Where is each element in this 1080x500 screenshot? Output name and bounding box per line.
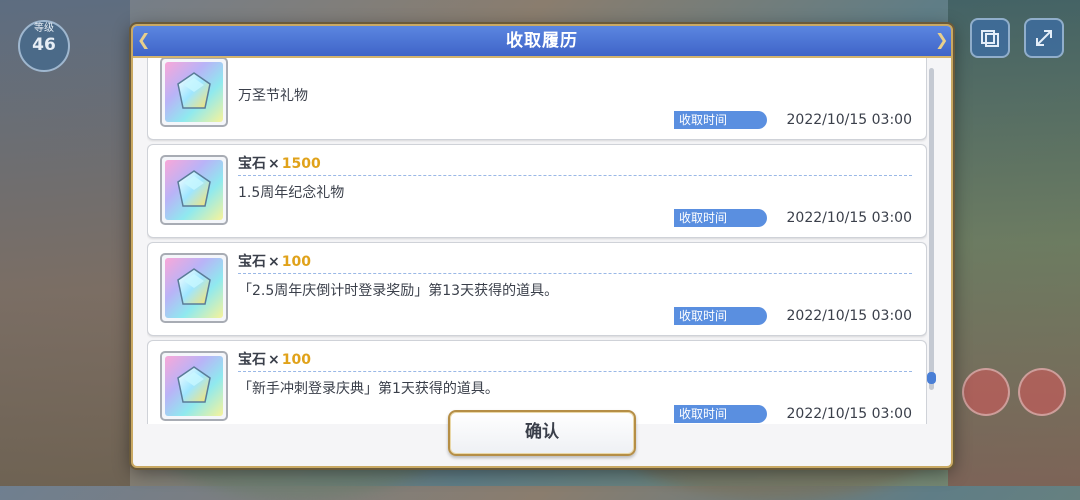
window-icon: [981, 30, 999, 47]
item-name: 宝石 × 100: [238, 254, 311, 270]
receive-time-value: 2022/10/15 03:00: [786, 112, 913, 128]
rainbow-gem-icon: [177, 170, 211, 207]
background-right-panel: [948, 0, 1080, 486]
level-caption: 等级: [34, 23, 54, 34]
item-description: 万圣节礼物: [238, 88, 308, 104]
background-left-panel: [0, 0, 130, 486]
scrollbar-thumb[interactable]: [927, 372, 936, 384]
history-item: 宝石 × 100 「2.5周年庆倒计时登录奖励」第13天获得的道具。 收取时间 20…: [147, 242, 927, 336]
item-icon: [160, 253, 228, 323]
rainbow-gem-icon: [177, 268, 211, 305]
divider: [238, 273, 912, 274]
receive-history-dialog: ❮ ❯ 收取履历 万圣节礼物 收取时间 2022/10/15 03:00 宝石 …: [131, 24, 953, 468]
history-item: 宝石 × 1500 1.5周年纪念礼物 收取时间 2022/10/15 03:00: [147, 144, 927, 238]
receive-time-value: 2022/10/15 03:00: [786, 406, 913, 422]
scrollbar[interactable]: [927, 68, 936, 390]
dialog-header: ❮ ❯ 收取履历: [133, 26, 951, 58]
dialog-title: 收取履历: [506, 31, 578, 51]
history-item: 万圣节礼物 收取时间 2022/10/15 03:00: [147, 58, 927, 140]
receive-time-label: 收取时间: [674, 111, 767, 129]
item-name-text: 宝石: [238, 254, 266, 270]
rainbow-gem-icon: [177, 366, 211, 403]
receive-time-label: 收取时间: [674, 209, 767, 227]
item-description: 「2.5周年庆倒计时登录奖励」第13天获得的道具。: [238, 283, 559, 299]
item-icon: [160, 155, 228, 225]
expand-button[interactable]: [1024, 18, 1064, 58]
item-quantity: 1500: [281, 156, 321, 172]
divider: [238, 175, 912, 176]
window-button[interactable]: [970, 18, 1010, 58]
item-icon: [160, 351, 228, 421]
receive-time-label: 收取时间: [674, 405, 767, 423]
level-value: 46: [32, 35, 56, 55]
receive-time-label: 收取时间: [674, 307, 767, 325]
item-quantity: 100: [281, 352, 311, 368]
expand-icon: [1036, 30, 1052, 46]
item-name: 宝石 × 100: [238, 352, 311, 368]
receive-time-value: 2022/10/15 03:00: [786, 308, 913, 324]
item-name-text: 宝石: [238, 156, 266, 172]
item-icon: [160, 58, 228, 127]
history-list[interactable]: 万圣节礼物 收取时间 2022/10/15 03:00 宝石 × 1500 1.5周…: [147, 58, 927, 424]
item-description: 1.5周年纪念礼物: [238, 185, 345, 201]
gift-icon[interactable]: [962, 368, 1010, 416]
level-badge: 等级 46: [18, 20, 70, 72]
confirm-button[interactable]: 确认: [448, 410, 636, 456]
item-description: 「新手冲刺登录庆典」第1天获得的道具。: [238, 381, 499, 397]
item-name: 宝石 × 1500: [238, 156, 321, 172]
gift-icon[interactable]: [1018, 368, 1066, 416]
divider: [238, 371, 912, 372]
rainbow-gem-icon: [177, 72, 211, 109]
item-name-text: 宝石: [238, 352, 266, 368]
item-quantity: 100: [281, 254, 311, 270]
receive-time-value: 2022/10/15 03:00: [786, 210, 913, 226]
